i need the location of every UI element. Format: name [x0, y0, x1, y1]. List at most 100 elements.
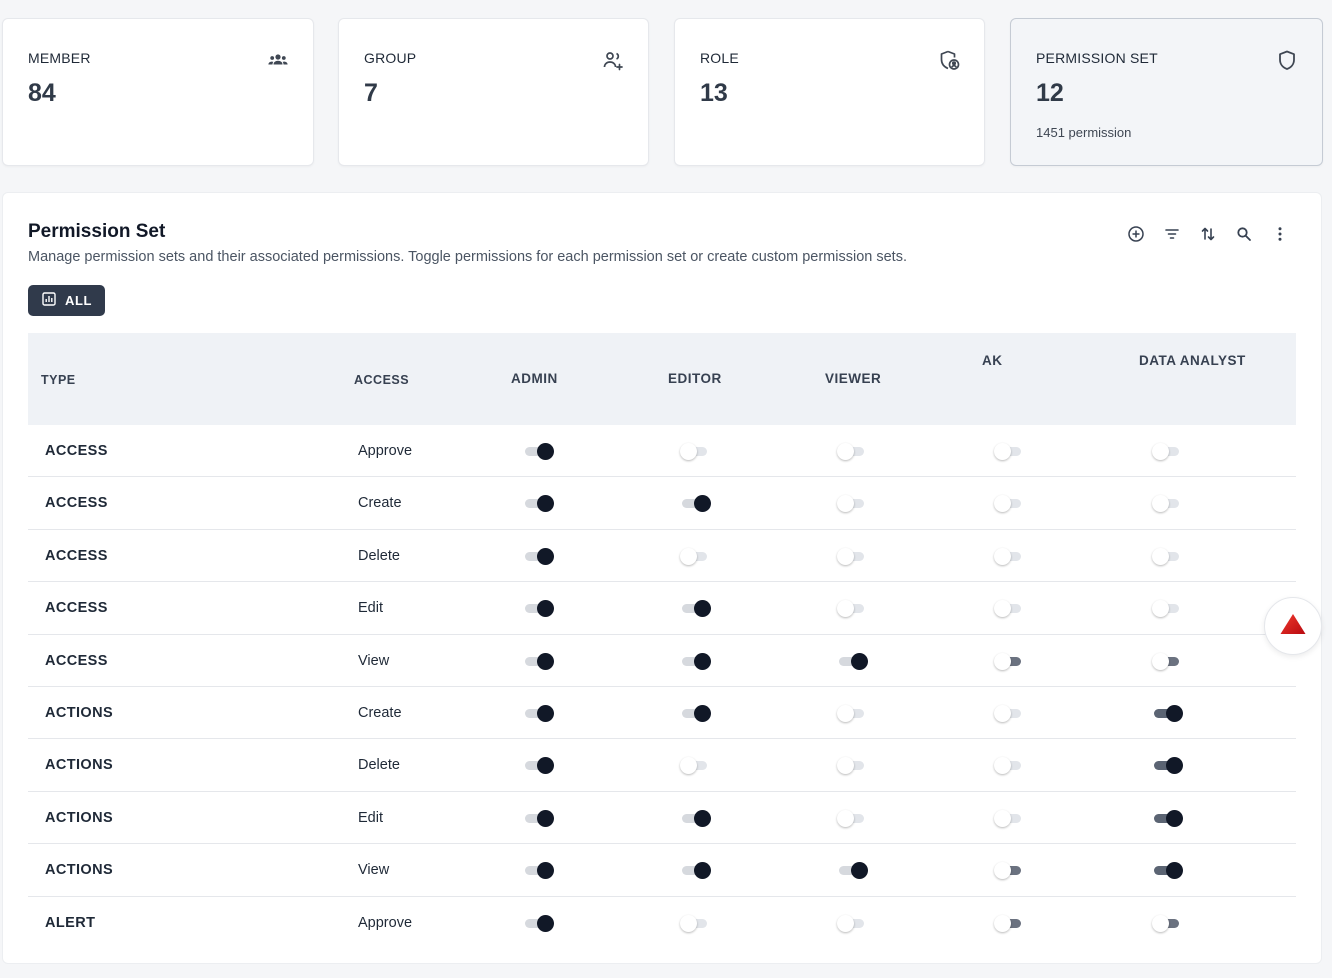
column-header-viewer[interactable]: VIEWER: [825, 371, 881, 386]
column-header-editor[interactable]: EDITOR: [668, 371, 722, 386]
toggle-admin[interactable]: [523, 756, 554, 775]
toggle-data-analyst[interactable]: [1152, 599, 1180, 618]
toggle-ak[interactable]: [994, 809, 1022, 827]
toggle-editor[interactable]: [680, 861, 711, 880]
toggle-ak[interactable]: [994, 442, 1022, 460]
toggle-viewer[interactable]: [837, 809, 865, 827]
toggle-editor[interactable]: [680, 704, 711, 722]
toggle-editor[interactable]: [680, 442, 708, 460]
add-circle-icon[interactable]: [1125, 223, 1147, 245]
toggle-data-analyst[interactable]: [1152, 494, 1180, 513]
cell-access: Approve: [358, 443, 413, 459]
search-icon[interactable]: [1233, 223, 1255, 245]
toggle-ak[interactable]: [994, 861, 1022, 880]
sort-icon[interactable]: [1197, 223, 1219, 245]
toggle-data-analyst[interactable]: [1152, 809, 1183, 827]
toggle-ak[interactable]: [994, 652, 1022, 670]
table-row: ALERT Approve: [28, 897, 1296, 949]
toggle-editor[interactable]: [680, 599, 711, 618]
toggle-admin[interactable]: [523, 704, 554, 722]
table-header: TYPE ACCESS ADMIN EDITOR VIEWER AK DATA …: [28, 333, 1296, 425]
permission-table: TYPE ACCESS ADMIN EDITOR VIEWER AK DATA …: [28, 333, 1296, 949]
toggle-data-analyst[interactable]: [1152, 442, 1180, 460]
cell-type: ACTIONS: [45, 862, 114, 879]
toggle-ak[interactable]: [994, 599, 1022, 618]
toggle-admin[interactable]: [523, 494, 554, 513]
cell-access: Create: [358, 495, 402, 512]
table-row: ACCESS View: [28, 635, 1296, 687]
stat-value: 84: [28, 79, 56, 107]
column-header-admin[interactable]: ADMIN: [511, 371, 558, 386]
cell-access: Approve: [358, 914, 413, 931]
table-row: ACCESS Edit: [28, 582, 1296, 635]
toggle-ak[interactable]: [994, 494, 1022, 513]
user-group-icon: [602, 49, 624, 71]
toggle-editor[interactable]: [680, 756, 708, 775]
column-header-type[interactable]: TYPE: [41, 373, 76, 387]
cell-access: View: [358, 652, 390, 669]
toggle-viewer[interactable]: [837, 442, 865, 460]
cell-access: Edit: [358, 809, 383, 826]
filter-icon[interactable]: [1161, 223, 1183, 245]
permission-set-panel: Permission Set Manage permission sets an…: [2, 192, 1322, 964]
cell-access: Create: [358, 704, 402, 721]
toggle-editor[interactable]: [680, 547, 708, 565]
cell-type: ACCESS: [45, 652, 108, 669]
stat-card-member[interactable]: MEMBER 84: [2, 18, 314, 166]
toggle-ak[interactable]: [994, 547, 1022, 565]
stat-card-group[interactable]: GROUP 7: [338, 18, 649, 166]
toggle-admin[interactable]: [523, 914, 554, 932]
filter-all-button[interactable]: ALL: [28, 285, 105, 316]
toggle-admin[interactable]: [523, 547, 554, 565]
table-row: ACTIONS Edit: [28, 792, 1296, 845]
cell-type: ACTIONS: [45, 809, 114, 826]
toggle-admin[interactable]: [523, 861, 554, 880]
warning-triangle-icon: [1279, 612, 1307, 641]
table-row: ACTIONS View: [28, 844, 1296, 897]
stat-value: 12: [1036, 79, 1064, 107]
toggle-data-analyst[interactable]: [1152, 861, 1183, 880]
toggle-viewer[interactable]: [837, 861, 868, 880]
toggle-ak[interactable]: [994, 914, 1022, 932]
column-header-ak[interactable]: AK: [982, 353, 1003, 368]
cell-access: Delete: [358, 757, 400, 774]
toggle-data-analyst[interactable]: [1152, 756, 1183, 775]
toggle-viewer[interactable]: [837, 704, 865, 722]
toggle-editor[interactable]: [680, 494, 711, 513]
toggle-ak[interactable]: [994, 756, 1022, 775]
toggle-editor[interactable]: [680, 652, 711, 670]
stat-card-role[interactable]: ROLE 13: [674, 18, 985, 166]
panel-description: Manage permission sets and their associa…: [28, 249, 907, 265]
stat-card-permission-set[interactable]: PERMISSION SET 12 1451 permission: [1010, 18, 1323, 166]
toggle-viewer[interactable]: [837, 599, 865, 618]
more-vertical-icon[interactable]: [1269, 223, 1291, 245]
toggle-admin[interactable]: [523, 442, 554, 460]
toggle-viewer[interactable]: [837, 652, 868, 670]
toggle-viewer[interactable]: [837, 547, 865, 565]
toggle-editor[interactable]: [680, 809, 711, 827]
toggle-ak[interactable]: [994, 704, 1022, 722]
toggle-data-analyst[interactable]: [1152, 704, 1183, 722]
toggle-admin[interactable]: [523, 652, 554, 670]
toggle-viewer[interactable]: [837, 756, 865, 775]
toggle-editor[interactable]: [680, 914, 708, 932]
chart-icon: [42, 292, 56, 309]
toggle-admin[interactable]: [523, 599, 554, 618]
users-icon: [267, 49, 289, 71]
cell-type: ALERT: [45, 914, 96, 931]
cell-type: ACTIONS: [45, 757, 114, 774]
toggle-data-analyst[interactable]: [1152, 914, 1180, 932]
column-header-data-analyst[interactable]: DATA ANALYST: [1139, 353, 1246, 368]
toggle-viewer[interactable]: [837, 914, 865, 932]
toggle-data-analyst[interactable]: [1152, 547, 1180, 565]
column-header-access[interactable]: ACCESS: [354, 373, 409, 387]
stat-sub: 1451 permission: [1036, 125, 1132, 140]
toggle-admin[interactable]: [523, 809, 554, 827]
stat-value: 13: [700, 79, 728, 107]
warning-fab-button[interactable]: [1264, 597, 1322, 655]
toggle-viewer[interactable]: [837, 494, 865, 513]
stat-label: MEMBER: [28, 50, 91, 66]
toggle-data-analyst[interactable]: [1152, 652, 1180, 670]
filter-all-label: ALL: [65, 293, 93, 308]
shield-icon: [1276, 49, 1298, 71]
